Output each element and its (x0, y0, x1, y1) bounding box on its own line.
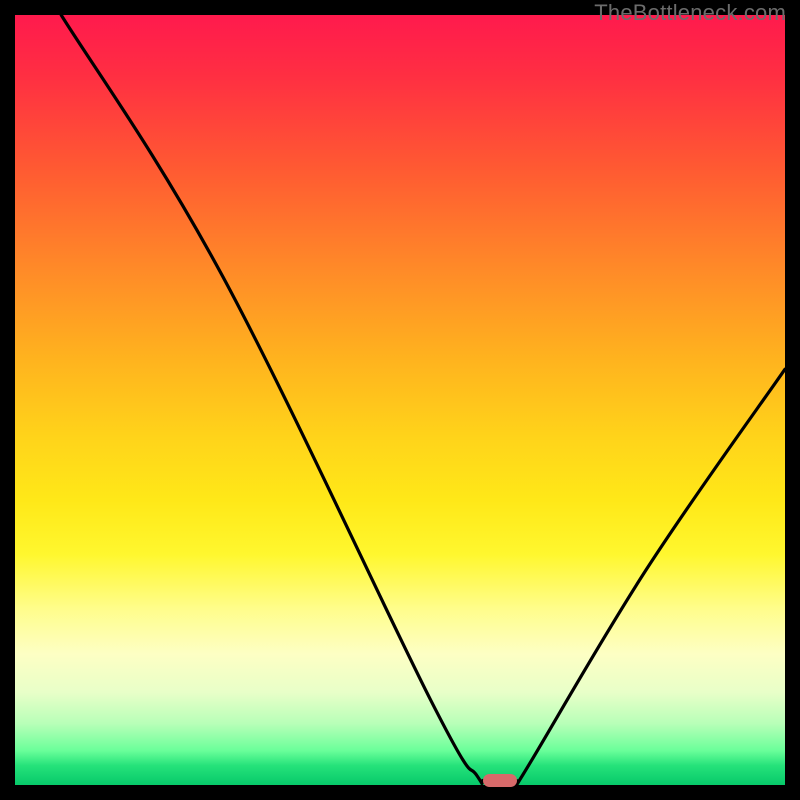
optimal-marker (483, 774, 518, 786)
plot-area (15, 15, 785, 785)
chart-frame: TheBottleneck.com (0, 0, 800, 800)
watermark-text: TheBottleneck.com (594, 0, 786, 26)
bottleneck-curve (15, 15, 785, 785)
